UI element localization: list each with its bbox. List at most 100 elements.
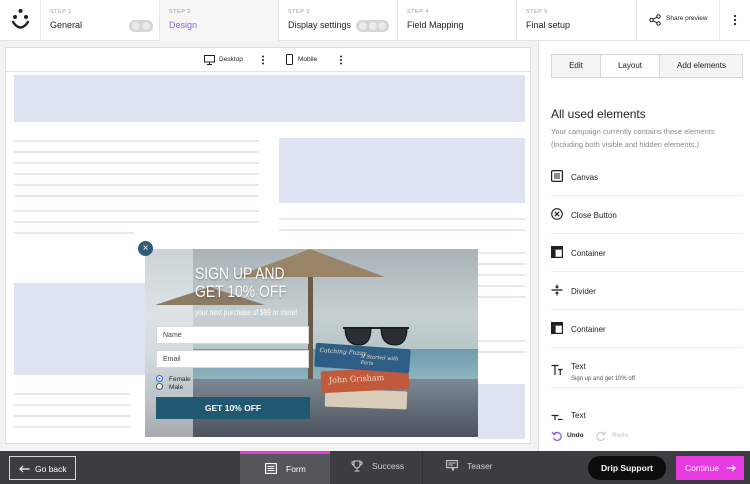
placeholder-line <box>14 162 259 164</box>
step-toggle[interactable] <box>356 20 389 32</box>
trophy-icon <box>351 460 363 472</box>
step-label: General <box>50 20 83 30</box>
close-circle-icon <box>551 208 563 220</box>
tab-success[interactable]: Success <box>330 451 422 484</box>
placeholder-line <box>14 404 130 406</box>
placeholder-line <box>478 274 525 276</box>
desktop-icon[interactable] <box>204 55 215 65</box>
go-back-label: Go back <box>35 464 67 474</box>
book-title: It Started with Paris <box>360 353 399 367</box>
headline-line: SIGN UP AND <box>195 264 285 283</box>
step-number: STEP 2 <box>169 9 191 15</box>
step-number: STEP 3 <box>288 9 310 15</box>
drip-support-button[interactable]: Drip Support <box>588 456 666 480</box>
desktop-label[interactable]: Desktop <box>219 56 243 63</box>
popup-preview[interactable]: John Grisham Catching Fuzzy It Started wi… <box>145 249 478 437</box>
step-label: Field Mapping <box>407 20 464 30</box>
element-row-text[interactable]: Text <box>551 388 743 420</box>
placeholder-block <box>14 283 145 375</box>
email-input[interactable]: Email <box>156 350 309 368</box>
tab-edit[interactable]: Edit <box>552 55 600 77</box>
element-row-close-button[interactable]: Close Button <box>551 196 743 234</box>
element-label: Container <box>571 249 606 258</box>
divider-icon <box>551 284 563 296</box>
arrow-left-icon <box>19 465 30 473</box>
text-icon <box>551 414 563 420</box>
headline-line: GET 10% OFF <box>195 282 287 301</box>
step-field-mapping[interactable]: STEP 4 Field Mapping <box>398 0 517 41</box>
tab-label: Success <box>372 461 405 471</box>
placeholder-line <box>14 210 259 212</box>
step-general[interactable]: STEP 1 General <box>41 0 160 41</box>
placeholder-line <box>478 340 525 342</box>
element-label: Container <box>571 325 606 334</box>
element-row-container[interactable]: Container <box>551 234 743 272</box>
placeholder-line <box>14 140 259 142</box>
step-toggle[interactable] <box>129 20 153 32</box>
device-bar: Desktop Mobile <box>6 48 530 72</box>
tab-label: Teaser <box>467 461 493 471</box>
book-title: John Grisham <box>328 372 385 385</box>
element-label: Canvas <box>571 173 599 182</box>
more-menu-button[interactable] <box>720 0 750 41</box>
share-preview-button[interactable]: Share preview <box>636 0 720 41</box>
tab-layout[interactable]: Layout <box>600 55 660 77</box>
app-logo[interactable] <box>0 0 41 41</box>
arrow-right-icon <box>726 464 736 472</box>
undo-icon[interactable] <box>551 431 562 441</box>
element-label: Close Button <box>571 211 617 220</box>
placeholder-line <box>14 173 259 175</box>
form-icon <box>265 463 277 474</box>
step-number: STEP 4 <box>407 9 429 15</box>
step-display-settings[interactable]: STEP 3 Display settings <box>279 0 398 41</box>
tab-teaser[interactable]: Teaser <box>422 451 514 484</box>
redo-icon[interactable] <box>596 431 607 441</box>
undo-button[interactable]: Undo <box>567 432 584 439</box>
mobile-icon[interactable] <box>286 54 293 65</box>
placeholder-line <box>478 252 525 254</box>
placeholder-line <box>279 229 525 231</box>
cta-button[interactable]: GET 10% OFF <box>156 397 310 419</box>
sunglasses-icon <box>343 327 409 346</box>
name-input[interactable]: Name <box>156 326 309 344</box>
kebab-menu-icon[interactable] <box>261 55 265 65</box>
element-row-text[interactable]: Text Sign up and get 10% off <box>551 348 743 388</box>
element-row-divider[interactable]: Divider <box>551 272 743 310</box>
element-label: Text <box>571 411 586 420</box>
placeholder-line <box>478 285 525 287</box>
panel-title: All used elements <box>551 107 646 121</box>
popup-subtitle[interactable]: your next purchase of $99 or more! <box>195 308 297 317</box>
placeholder-line <box>478 296 525 298</box>
placeholder-line <box>14 184 259 186</box>
placeholder-line <box>14 415 130 417</box>
gender-radio-male[interactable]: Male <box>156 383 183 391</box>
tab-add-elements[interactable]: Add elements <box>660 55 743 77</box>
step-number: STEP 1 <box>50 9 72 15</box>
continue-button[interactable]: Continue <box>676 456 744 480</box>
element-label: Text <box>571 362 586 371</box>
step-final-setup[interactable]: STEP 5 Final setup <box>517 0 636 41</box>
go-back-button[interactable]: Go back <box>9 456 76 480</box>
step-label: Final setup <box>526 20 571 30</box>
continue-label: Continue <box>685 463 720 473</box>
undo-redo-bar: Undo Redo <box>540 421 750 451</box>
step-label: Design <box>169 20 198 30</box>
popup-close-icon[interactable]: × <box>138 241 153 256</box>
panel-description: Your campaign currently contains these e… <box>551 127 715 149</box>
redo-button[interactable]: Redo <box>612 432 628 439</box>
radio-icon <box>156 375 163 382</box>
popup-headline[interactable]: SIGN UP AND GET 10% OFF <box>195 265 287 301</box>
step-number: STEP 5 <box>526 9 548 15</box>
kebab-menu-icon[interactable] <box>339 55 343 65</box>
placeholder-line <box>14 195 259 197</box>
tab-form[interactable]: Form <box>240 451 330 484</box>
text-icon <box>551 364 563 375</box>
placeholder-line <box>14 151 259 153</box>
mobile-label[interactable]: Mobile <box>298 56 317 63</box>
teaser-icon <box>446 460 458 471</box>
step-design[interactable]: STEP 2 Design <box>160 0 279 41</box>
smiley-logo-icon <box>11 9 30 29</box>
element-row-container[interactable]: Container <box>551 310 743 348</box>
gender-radio-female[interactable]: Female <box>156 375 191 383</box>
element-row-canvas[interactable]: Canvas <box>551 158 743 196</box>
